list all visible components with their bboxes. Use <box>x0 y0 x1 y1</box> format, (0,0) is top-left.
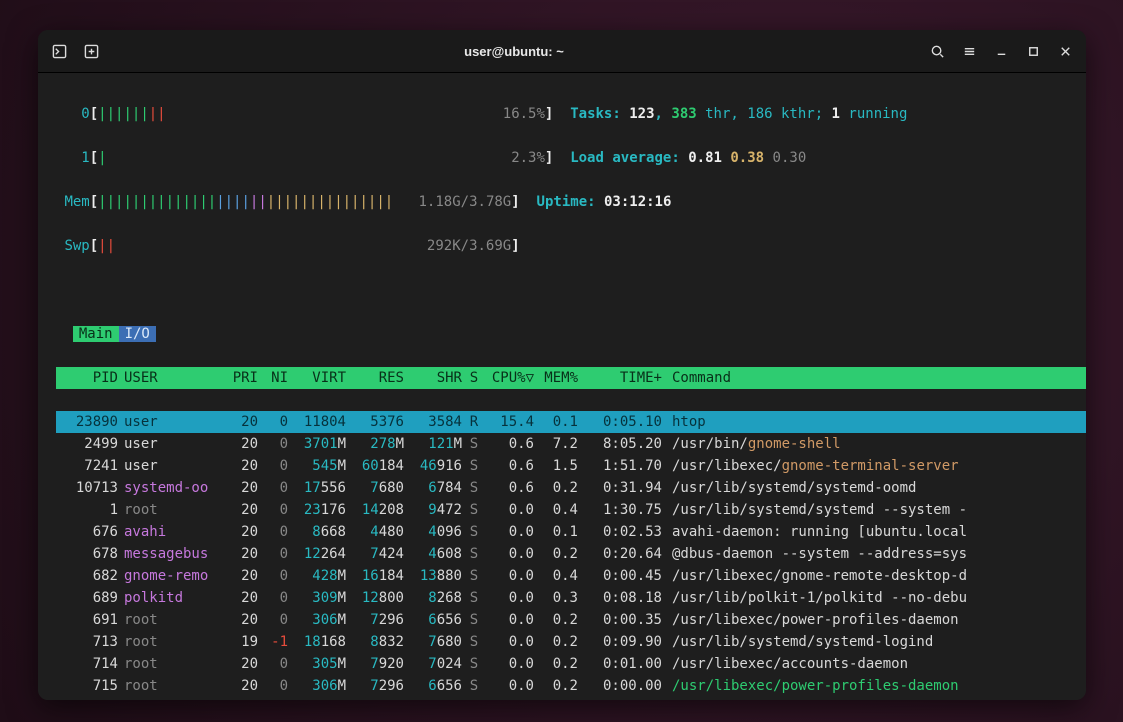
process-row[interactable]: 714root200305M79207024S0.00.20:01.00/usr… <box>38 653 1086 675</box>
tabs-row: MainI/O <box>38 323 1086 345</box>
process-row[interactable]: 23890user2001180453763584R15.40.10:05.10… <box>38 411 1086 433</box>
terminal-icon[interactable] <box>44 36 74 66</box>
cpu0-meter: 0[|||||||| 16.5%] Tasks: 123, 383 thr, 1… <box>38 103 1086 125</box>
search-button[interactable] <box>922 36 952 66</box>
new-tab-button[interactable] <box>76 36 106 66</box>
swp-meter: Swp[|| 292K/3.69G] <box>38 235 1086 257</box>
maximize-button[interactable] <box>1018 36 1048 66</box>
menu-button[interactable] <box>954 36 984 66</box>
process-row[interactable]: 689polkitd200309M128008268S0.00.30:08.18… <box>38 587 1086 609</box>
tab-main[interactable]: Main <box>73 326 119 342</box>
process-row[interactable]: 716root200306M72966656S0.00.20:00.00/usr… <box>38 697 1086 700</box>
window-title: user@ubuntu: ~ <box>106 44 922 59</box>
mem-meter: Mem[||||||||||||||||||||||||||||||||||| … <box>38 191 1086 213</box>
terminal-content[interactable]: 0[|||||||| 16.5%] Tasks: 123, 383 thr, 1… <box>38 73 1086 700</box>
header-row[interactable]: PIDUSERPRINIVIRTRESSHRSCPU%▽MEM%TIME+Com… <box>38 367 1086 389</box>
process-row[interactable]: 691root200306M72966656S0.00.20:00.35/usr… <box>38 609 1086 631</box>
tab-io[interactable]: I/O <box>119 326 156 342</box>
process-list[interactable]: 23890user2001180453763584R15.40.10:05.10… <box>38 411 1086 700</box>
process-row[interactable]: 715root200306M72966656S0.00.20:00.00/usr… <box>38 675 1086 697</box>
process-row[interactable]: 10713systemd-oo2001755676806784S0.60.20:… <box>38 477 1086 499</box>
terminal-window: user@ubuntu: ~ 0[|||||||| <box>38 30 1086 700</box>
process-row[interactable]: 713root19-11816888327680S0.00.20:09.90/u… <box>38 631 1086 653</box>
process-row[interactable]: 682gnome-remo200428M1618413880S0.00.40:0… <box>38 565 1086 587</box>
close-button[interactable] <box>1050 36 1080 66</box>
minimize-button[interactable] <box>986 36 1016 66</box>
process-row[interactable]: 676avahi200866844804096S0.00.10:02.53ava… <box>38 521 1086 543</box>
process-row[interactable]: 1root20023176142089472S0.00.41:30.75/usr… <box>38 499 1086 521</box>
process-row[interactable]: 678messagebus2001226474244608S0.00.20:20… <box>38 543 1086 565</box>
blank-row <box>38 279 1086 301</box>
process-row[interactable]: 7241user200545M6018446916S0.61.51:51.70/… <box>38 455 1086 477</box>
titlebar: user@ubuntu: ~ <box>38 30 1086 73</box>
process-row[interactable]: 2499user2003701M278M121MS0.67.28:05.20/u… <box>38 433 1086 455</box>
cpu1-meter: 1[| 2.3%] Load average: 0.81 0.38 0.30 <box>38 147 1086 169</box>
